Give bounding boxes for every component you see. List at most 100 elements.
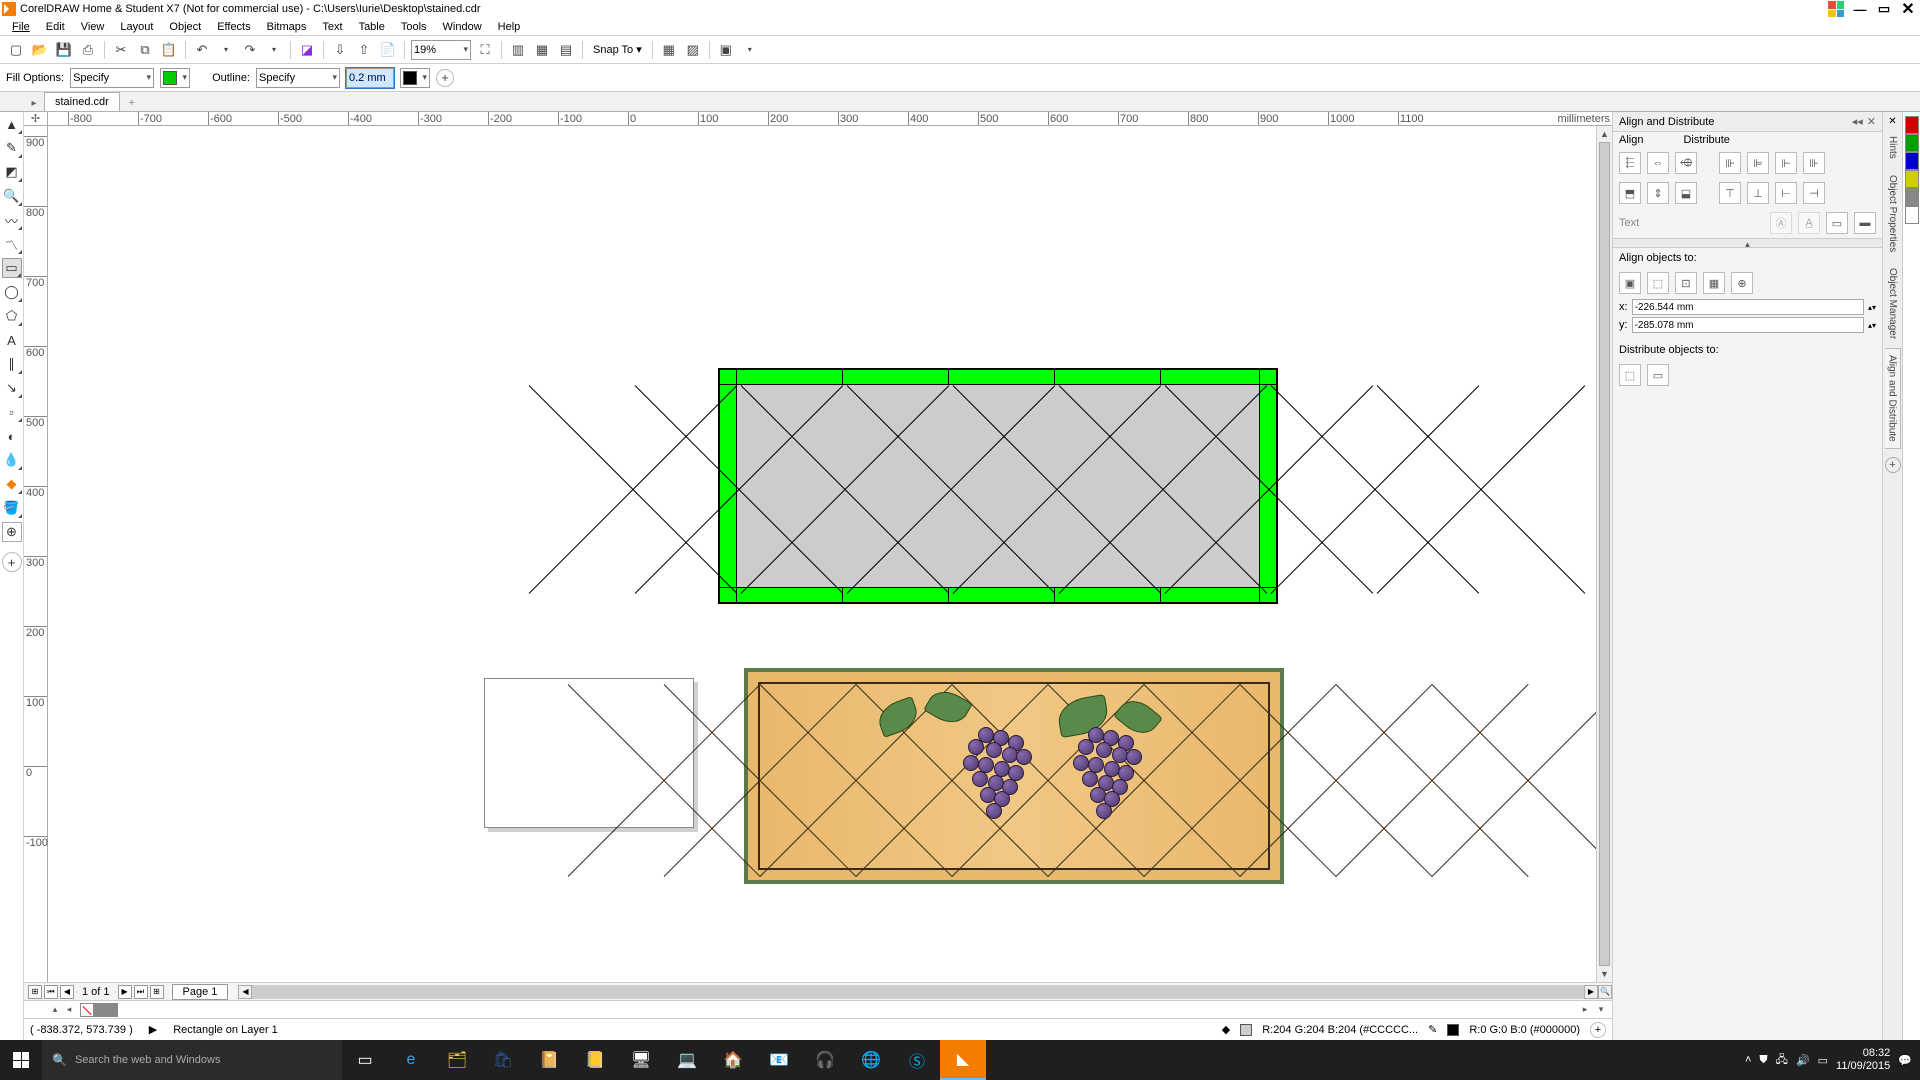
- docktab-hints[interactable]: Hints: [1884, 129, 1901, 166]
- tray-up-icon[interactable]: ˄: [1745, 1054, 1751, 1066]
- redo-dropdown-icon[interactable]: ▾: [264, 40, 284, 60]
- add-page-before-icon[interactable]: ⊞: [28, 985, 42, 999]
- launch-icon[interactable]: ▨: [683, 40, 703, 60]
- menu-object[interactable]: Object: [161, 21, 209, 33]
- status-add-icon[interactable]: +: [1590, 1022, 1606, 1038]
- eyedropper-icon[interactable]: 💧: [2, 450, 22, 470]
- text-box-icon[interactable]: ▭: [1826, 212, 1848, 234]
- next-page-icon[interactable]: ▶: [118, 985, 132, 999]
- fill-mode-combo[interactable]: Specify: [70, 68, 154, 88]
- horizontal-scrollbar[interactable]: ◀ ▶ 🔍: [238, 985, 1612, 999]
- distribute-top-icon[interactable]: ⊤: [1719, 182, 1741, 204]
- colorstrip-swatch[interactable]: [1905, 188, 1919, 206]
- search-content-icon[interactable]: ◪: [297, 40, 317, 60]
- crop-tool-icon[interactable]: ◩: [2, 162, 22, 182]
- fill-color-combo[interactable]: [160, 68, 190, 88]
- menu-effects[interactable]: Effects: [209, 21, 258, 33]
- scroll-up-icon[interactable]: ▲: [1597, 126, 1612, 142]
- taskbar-skype-icon[interactable]: Ⓢ: [894, 1040, 940, 1080]
- docktab-align-distribute[interactable]: Align and Distribute: [1885, 348, 1901, 449]
- no-color-swatch[interactable]: [80, 1003, 94, 1017]
- palette-up-icon[interactable]: ▴: [48, 1003, 62, 1017]
- align-to-grid-icon[interactable]: ▦: [1703, 272, 1725, 294]
- ellipse-tool-icon[interactable]: ◯: [2, 282, 22, 302]
- rectangle-tool-icon[interactable]: ▭: [2, 258, 22, 278]
- docker-expand-icon[interactable]: ✕: [1888, 116, 1896, 127]
- colorstrip-swatch[interactable]: [1905, 134, 1919, 152]
- export-icon[interactable]: ⇧: [354, 40, 374, 60]
- minimize-button[interactable]: —: [1850, 1, 1870, 17]
- docker-section-collapse[interactable]: ▴: [1613, 238, 1882, 248]
- transparency-icon[interactable]: ◐: [2, 426, 22, 446]
- horizontal-ruler[interactable]: ✢ -800-700-600-500-400-300-200-100010020…: [24, 112, 1612, 126]
- save-icon[interactable]: 💾: [54, 40, 74, 60]
- pick-tool-icon[interactable]: ▲: [2, 114, 22, 134]
- menu-file[interactable]: File: [4, 21, 38, 33]
- taskbar-edge-icon[interactable]: e: [388, 1040, 434, 1080]
- taskbar-app7-icon[interactable]: 🎧: [802, 1040, 848, 1080]
- docker-close-icon[interactable]: ✕: [1867, 115, 1876, 128]
- object-green-frame[interactable]: [718, 368, 1278, 604]
- taskbar-app2-icon[interactable]: 📒: [572, 1040, 618, 1080]
- taskbar-app4-icon[interactable]: 💻: [664, 1040, 710, 1080]
- add-preset-icon[interactable]: +: [436, 69, 454, 87]
- docktab-add-icon[interactable]: +: [1885, 457, 1901, 473]
- polygon-tool-icon[interactable]: ⬠: [2, 306, 22, 326]
- align-to-page-center-icon[interactable]: ⊡: [1675, 272, 1697, 294]
- taskbar-app6-icon[interactable]: 📧: [756, 1040, 802, 1080]
- publish-pdf-icon[interactable]: 📄: [378, 40, 398, 60]
- close-button[interactable]: ✕: [1898, 1, 1918, 17]
- print-icon[interactable]: ⎙: [78, 40, 98, 60]
- vertical-scrollbar[interactable]: ▲ ▼: [1596, 126, 1612, 982]
- prev-page-icon[interactable]: ◀: [60, 985, 74, 999]
- scroll-left-icon[interactable]: ◀: [238, 985, 252, 999]
- colorstrip-swatch[interactable]: [1905, 116, 1919, 134]
- distribute-right-icon[interactable]: ⊪: [1803, 152, 1825, 174]
- colorstrip-swatch[interactable]: [1905, 152, 1919, 170]
- import-icon[interactable]: ⇩: [330, 40, 350, 60]
- zoom-slider-icon[interactable]: 🔍: [1598, 985, 1612, 999]
- align-bottom-icon[interactable]: ⬓: [1675, 182, 1697, 204]
- start-button[interactable]: [0, 1040, 42, 1080]
- outline-mode-combo[interactable]: Specify: [256, 68, 340, 88]
- toolbox-add-icon[interactable]: +: [2, 552, 22, 572]
- zoom-combo[interactable]: 19%: [411, 40, 471, 60]
- align-center-h-icon[interactable]: ⇔: [1647, 152, 1669, 174]
- distribute-to-selection-icon[interactable]: ⬚: [1619, 364, 1641, 386]
- menu-window[interactable]: Window: [435, 21, 490, 33]
- distribute-center-h-icon[interactable]: ⊫: [1747, 152, 1769, 174]
- menu-table[interactable]: Table: [351, 21, 393, 33]
- outline-color-combo[interactable]: [400, 68, 430, 88]
- first-page-icon[interactable]: ⏮: [44, 985, 58, 999]
- scroll-right-icon[interactable]: ▶: [1584, 985, 1598, 999]
- palette-down-icon[interactable]: ▾: [1594, 1003, 1608, 1017]
- x-coord-input[interactable]: [1632, 299, 1864, 315]
- taskbar-chrome-icon[interactable]: 🌐: [848, 1040, 894, 1080]
- taskbar-app1-icon[interactable]: 📔: [526, 1040, 572, 1080]
- align-to-active-icon[interactable]: ▣: [1619, 272, 1641, 294]
- page-tab-1[interactable]: Page 1: [172, 984, 229, 1000]
- shape-tool-icon[interactable]: ✎: [2, 138, 22, 158]
- docktab-object-manager[interactable]: Object Manager: [1884, 261, 1901, 346]
- artistic-media-icon[interactable]: 〽: [2, 234, 22, 254]
- undo-dropdown-icon[interactable]: ▾: [216, 40, 236, 60]
- parallel-dim-icon[interactable]: ∥: [2, 354, 22, 374]
- align-top-icon[interactable]: ⬒: [1619, 182, 1641, 204]
- redo-icon[interactable]: ↷: [240, 40, 260, 60]
- tray-network-icon[interactable]: 🖧: [1776, 1051, 1788, 1070]
- taskbar-store-icon[interactable]: 🛍: [480, 1040, 526, 1080]
- app-launcher-dropdown-icon[interactable]: ▾: [740, 40, 760, 60]
- interactive-fill-icon[interactable]: ◆: [2, 474, 22, 494]
- quick-customize-icon[interactable]: ⊕: [2, 522, 22, 542]
- docker-collapse-icon[interactable]: ◂◂: [1852, 115, 1863, 128]
- options-icon[interactable]: ▦: [659, 40, 679, 60]
- paste-icon[interactable]: 📋: [159, 40, 179, 60]
- undo-icon[interactable]: ↶: [192, 40, 212, 60]
- last-page-icon[interactable]: ⏭: [134, 985, 148, 999]
- taskbar-search[interactable]: 🔍 Search the web and Windows: [42, 1040, 342, 1080]
- distribute-spacing-h-icon[interactable]: ⊩: [1775, 152, 1797, 174]
- cut-icon[interactable]: ✂: [111, 40, 131, 60]
- align-left-icon[interactable]: ⬱: [1619, 152, 1641, 174]
- add-page-after-icon[interactable]: ⊞: [150, 985, 164, 999]
- ruler-icon[interactable]: ▥: [508, 40, 528, 60]
